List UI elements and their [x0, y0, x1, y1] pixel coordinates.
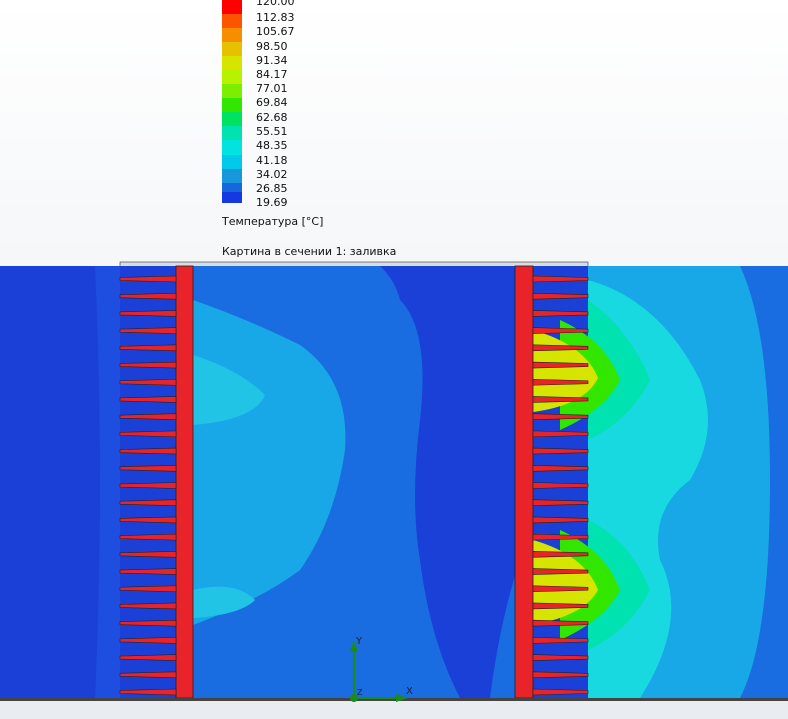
legend-swatch: [222, 0, 242, 15]
legend-swatch: [222, 98, 242, 112]
legend-swatch: [222, 56, 242, 70]
legend-swatch: [222, 112, 242, 127]
legend-swatch: [222, 155, 242, 170]
legend-tick: 55.51: [256, 125, 288, 138]
legend-tick: 62.68: [256, 111, 288, 124]
right-heatsink-base: [514, 265, 534, 699]
legend-swatch: [222, 126, 242, 141]
legend-tick: 98.50: [256, 40, 288, 53]
legend-tick: 41.18: [256, 154, 288, 167]
legend-swatch: [222, 70, 242, 84]
legend-tick: 91.34: [256, 54, 288, 67]
legend-swatch: [222, 14, 242, 28]
legend-tick: 69.84: [256, 96, 288, 109]
legend-swatch: [222, 183, 242, 193]
simulation-viewport[interactable]: [0, 0, 788, 719]
legend-tick: 19.69: [256, 196, 288, 209]
legend-tick: 105.67: [256, 25, 295, 38]
legend-swatch: [222, 84, 242, 98]
axis-x-label: X: [406, 686, 413, 697]
legend-tick: 120.00: [256, 0, 295, 8]
legend-tick: 34.02: [256, 168, 288, 181]
legend-colorbar: [222, 0, 242, 203]
left-heatsink-base: [175, 265, 194, 699]
legend-title: Температура [°C]: [222, 215, 324, 228]
cut-plot-title: Картина в сечении 1: заливка: [222, 245, 397, 258]
axis-z-label: Z: [357, 688, 363, 697]
legend-swatch: [222, 42, 242, 56]
legend-tick: 48.35: [256, 139, 288, 152]
legend-swatch: [222, 28, 242, 42]
legend-tick: 26.85: [256, 182, 288, 195]
legend-swatch: [222, 140, 242, 155]
axis-y-label: Y: [356, 636, 363, 647]
legend-swatch: [222, 192, 242, 203]
legend-tick: 84.17: [256, 68, 288, 81]
legend-swatch: [222, 169, 242, 184]
legend-tick: 112.83: [256, 11, 295, 24]
legend-tick: 77.01: [256, 82, 288, 95]
